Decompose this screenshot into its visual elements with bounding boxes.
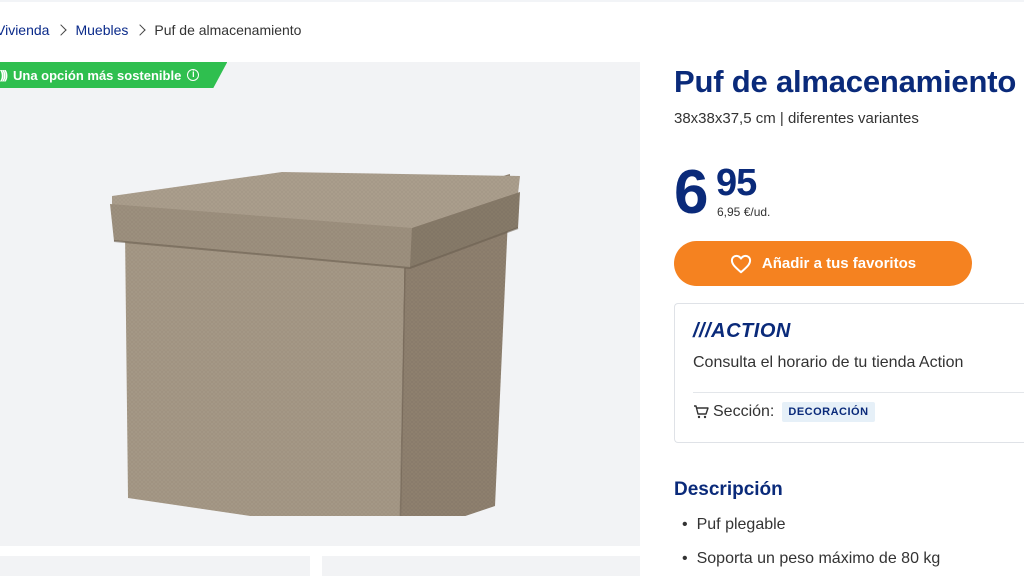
chevron-right-icon [134, 24, 147, 36]
breadcrumb-current: Puf de almacenamiento [154, 22, 302, 38]
thumbnail-2[interactable] [322, 556, 640, 576]
action-logo: ///ACTION [693, 320, 791, 342]
thumbnail-1[interactable] [0, 556, 310, 576]
cart-icon [694, 405, 709, 419]
section-badge[interactable]: DECORACIÓN [782, 402, 875, 422]
description-item: Puf plegable [682, 514, 940, 548]
add-to-favorites-label: Añadir a tus favoritos [761, 255, 917, 272]
info-icon[interactable]: i [187, 69, 199, 81]
add-to-favorites-button[interactable]: Añadir a tus favoritos [674, 241, 972, 286]
store-hours-link[interactable]: Consulta el horario de tu tienda Action [693, 354, 963, 372]
product-image-gallery[interactable]: ))) Una opción más sostenible i [0, 62, 640, 546]
unit-price: 6,95 €/ud. [717, 205, 771, 219]
chevron-right-icon [55, 24, 68, 36]
breadcrumb: Vivienda Muebles Puf de almacenamiento [0, 22, 301, 38]
sustainability-badge-label: Una opción más sostenible [13, 67, 182, 83]
product-subtitle: 38x38x37,5 cm | diferentes variantes [674, 110, 919, 127]
description-title: Descripción [674, 479, 783, 500]
heart-icon [730, 254, 751, 273]
description-list: Puf plegable Soporta un peso máximo de 8… [682, 514, 941, 576]
leaf-signal-icon: ))) [0, 68, 6, 82]
divider [693, 392, 1024, 393]
product-image [110, 172, 520, 516]
section-label: Sección: [713, 403, 775, 420]
price-decimals: 95 [716, 162, 757, 204]
store-info-card: ///ACTION Consulta el horario de tu tien… [674, 303, 1024, 443]
product-title: Puf de almacenamiento [674, 64, 1017, 99]
top-divider [0, 0, 1024, 2]
description-item: Soporta un peso máximo de 80 kg [682, 548, 941, 576]
price-integer: 6 [674, 158, 709, 227]
breadcrumb-link-muebles[interactable]: Muebles [75, 22, 128, 38]
section-row: Sección: DECORACIÓN [693, 402, 875, 422]
sustainability-badge[interactable]: ))) Una opción más sostenible i [0, 62, 227, 88]
breadcrumb-link-vivienda[interactable]: Vivienda [0, 22, 49, 38]
